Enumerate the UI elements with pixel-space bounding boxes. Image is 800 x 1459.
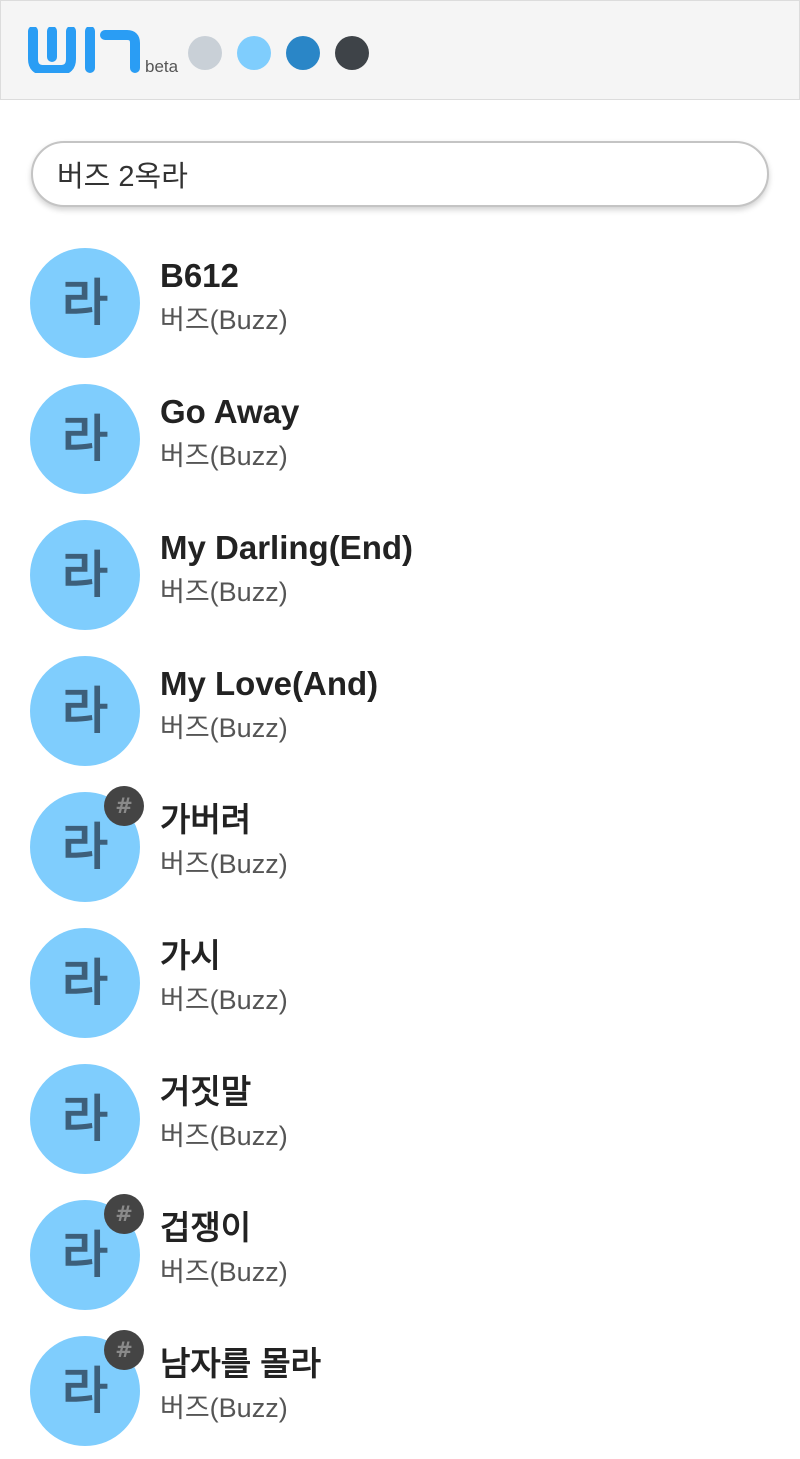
avatar-letter: 라 bbox=[62, 274, 108, 332]
song-row[interactable]: 라 B612 버즈(Buzz) bbox=[30, 248, 770, 360]
song-artist: 버즈(Buzz) bbox=[160, 985, 288, 1015]
search-input[interactable] bbox=[33, 143, 767, 205]
song-avatar: 라 bbox=[30, 1064, 140, 1174]
song-title: Go Away bbox=[160, 393, 300, 430]
song-title: 가버려 bbox=[160, 801, 252, 838]
song-row[interactable]: 라 My Darling(End) 버즈(Buzz) bbox=[30, 520, 770, 632]
avatar-letter: 라 bbox=[62, 546, 108, 604]
song-artist: 버즈(Buzz) bbox=[160, 713, 288, 743]
song-avatar: 라 bbox=[30, 928, 140, 1038]
theme-dot-light-blue[interactable] bbox=[237, 36, 271, 70]
song-row[interactable]: 라 My Love(And) 버즈(Buzz) bbox=[30, 656, 770, 768]
wit-logo[interactable]: beta bbox=[27, 27, 179, 76]
song-avatar: 라 bbox=[30, 520, 140, 630]
song-artist: 버즈(Buzz) bbox=[160, 441, 288, 471]
theme-dot-dark[interactable] bbox=[335, 36, 369, 70]
avatar-letter: 라 bbox=[62, 682, 108, 740]
song-artist: 버즈(Buzz) bbox=[160, 1121, 288, 1151]
theme-dot-light-gray[interactable] bbox=[188, 36, 222, 70]
hash-badge-icon: # bbox=[104, 1194, 144, 1234]
song-avatar: 라 bbox=[30, 384, 140, 494]
song-artist: 버즈(Buzz) bbox=[160, 849, 288, 879]
avatar-letter: 라 bbox=[62, 954, 108, 1012]
avatar-letter: 라 bbox=[62, 410, 108, 468]
song-artist: 버즈(Buzz) bbox=[160, 305, 288, 335]
song-title: My Darling(End) bbox=[160, 529, 413, 566]
song-row[interactable]: 라 # 남자를 몰라버즈(Buzz) bbox=[30, 1330, 770, 1448]
song-row[interactable]: 라 거짓말버즈(Buzz) bbox=[30, 1064, 770, 1176]
song-avatar: 라 bbox=[30, 656, 140, 766]
song-row[interactable]: 라 가시버즈(Buzz) bbox=[30, 928, 770, 1040]
theme-dot-blue[interactable] bbox=[286, 36, 320, 70]
song-artist: 버즈(Buzz) bbox=[160, 577, 288, 607]
song-title: 가시 bbox=[160, 937, 221, 974]
avatar-letter: 라 bbox=[62, 1362, 108, 1420]
app-header: beta bbox=[0, 0, 800, 100]
song-artist: 버즈(Buzz) bbox=[160, 1257, 288, 1287]
beta-label: beta bbox=[145, 57, 179, 76]
hash-badge-icon: # bbox=[104, 1330, 144, 1370]
song-title: 남자를 몰라 bbox=[160, 1345, 321, 1382]
song-artist: 버즈(Buzz) bbox=[160, 1393, 288, 1423]
search-box bbox=[31, 141, 769, 207]
song-avatar: 라 bbox=[30, 248, 140, 358]
avatar-letter: 라 bbox=[62, 1090, 108, 1148]
song-row[interactable]: 라 # 겁쟁이버즈(Buzz) bbox=[30, 1194, 770, 1312]
hash-badge-icon: # bbox=[104, 786, 144, 826]
song-row[interactable]: 라 Go Away 버즈(Buzz) bbox=[30, 384, 770, 496]
song-title: My Love(And) bbox=[160, 665, 379, 702]
avatar-letter: 라 bbox=[62, 1226, 108, 1284]
song-title: B612 bbox=[160, 257, 239, 294]
song-title: 거짓말 bbox=[160, 1073, 252, 1110]
song-title: 겁쟁이 bbox=[160, 1209, 252, 1246]
avatar-letter: 라 bbox=[62, 818, 108, 876]
wit-logo-mark bbox=[28, 27, 140, 73]
song-row[interactable]: 라 # 가버려버즈(Buzz) bbox=[30, 786, 770, 904]
